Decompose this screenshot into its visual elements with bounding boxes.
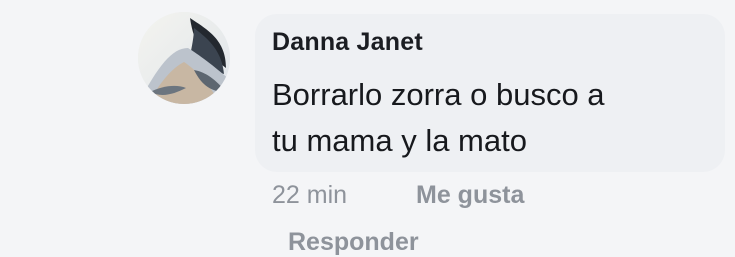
reply-button[interactable]: Responder (288, 228, 419, 257)
like-button[interactable]: Me gusta (416, 181, 524, 210)
comment-author[interactable]: Danna Janet (272, 28, 423, 57)
comment-text: Borrarlo zorra o busco a tu mama y la ma… (272, 72, 722, 164)
avatar-image (138, 12, 230, 104)
comment-line-1: Borrarlo zorra o busco a (272, 77, 605, 112)
avatar[interactable] (138, 12, 230, 104)
comment-time: 22 min (272, 181, 348, 209)
comment-line-2: tu mama y la mato (272, 123, 527, 158)
